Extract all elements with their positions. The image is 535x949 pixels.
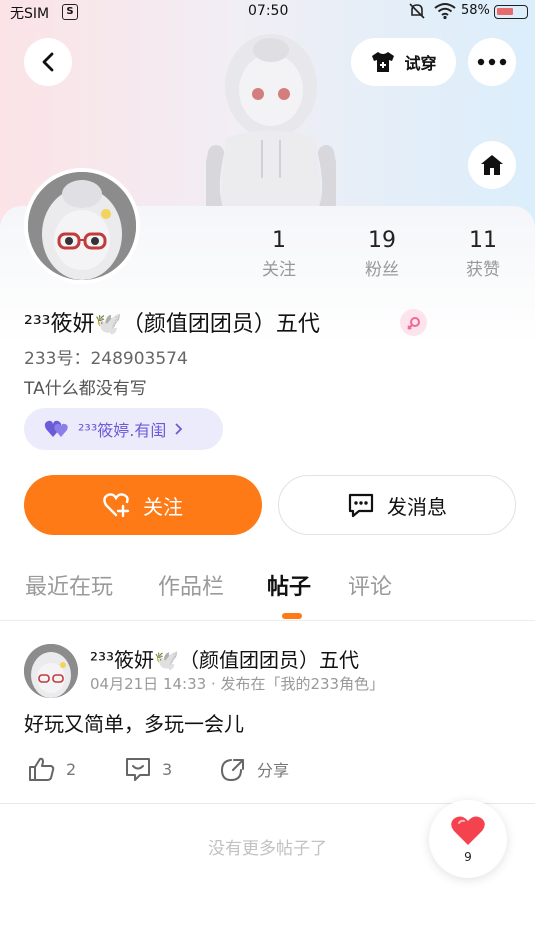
followers-label: 粉丝 xyxy=(365,260,399,280)
post-meta: 04月21日 14:33 · 发布在「我的233角色」 xyxy=(90,675,385,693)
back-button[interactable] xyxy=(24,38,72,86)
heart-plus-icon xyxy=(103,493,130,518)
heart-icon xyxy=(451,816,485,845)
wifi-icon xyxy=(434,3,456,20)
post-comment-button[interactable]: 3 xyxy=(124,756,172,782)
floating-like-button[interactable]: 9 xyxy=(429,800,507,878)
stat-likes[interactable]: 11 获赞 xyxy=(453,228,513,280)
post-share-label: 分享 xyxy=(257,761,290,780)
profile-username: ²³³筱妍🕊️（颜值团团员）五代 xyxy=(24,312,320,337)
share-icon xyxy=(220,759,244,782)
likes-label: 获赞 xyxy=(466,260,500,280)
stat-followers[interactable]: 19 粉丝 xyxy=(352,228,412,280)
follow-label: 关注 xyxy=(143,494,183,519)
more-dots-icon xyxy=(477,58,507,66)
comment-icon xyxy=(126,758,150,781)
followers-count: 19 xyxy=(368,228,396,253)
clock: 07:50 xyxy=(248,3,289,19)
tab-works[interactable]: 作品栏 xyxy=(158,569,224,601)
profile-tabs: 最近在玩 作品栏 帖子 评论 xyxy=(0,553,535,621)
post-author-name: ²³³筱妍🕊️（颜值团团员）五代 xyxy=(90,648,359,672)
home-icon xyxy=(481,155,503,175)
chat-bubble-icon xyxy=(348,493,374,518)
battery-level-fill xyxy=(497,8,513,15)
profile-avatar[interactable] xyxy=(24,168,140,284)
chevron-left-icon xyxy=(42,52,54,72)
message-label: 发消息 xyxy=(387,494,447,519)
relationship-label: ²³³筱婷.有闺 xyxy=(78,421,167,440)
bell-muted-icon xyxy=(409,3,425,19)
battery-icon xyxy=(494,5,528,19)
heart-pair-icon xyxy=(44,420,68,437)
post-comment-count: 3 xyxy=(162,759,173,779)
likes-count: 11 xyxy=(469,228,497,253)
following-count: 1 xyxy=(272,228,286,253)
following-label: 关注 xyxy=(262,260,296,280)
post-author-avatar[interactable] xyxy=(24,644,78,698)
carrier-text: 无SIM xyxy=(10,6,50,22)
user-bio: TA什么都没有写 xyxy=(24,379,147,399)
chevron-right-icon xyxy=(175,423,183,435)
thumbs-up-icon xyxy=(29,757,55,781)
try-on-label: 试穿 xyxy=(404,54,437,73)
active-tab-indicator xyxy=(282,613,302,619)
post-body-text: 好玩又简单，多玩一会儿 xyxy=(24,712,244,736)
post-share-button[interactable]: 分享 xyxy=(219,756,289,782)
battery-percent: 58% xyxy=(461,3,490,18)
tab-posts[interactable]: 帖子 xyxy=(267,569,311,601)
send-message-button[interactable]: 发消息 xyxy=(278,475,516,535)
post-like-button[interactable]: 2 xyxy=(28,756,76,782)
home-button[interactable] xyxy=(468,141,516,189)
user-id: 233号：248903574 xyxy=(24,349,188,369)
avatar-portrait xyxy=(28,172,136,280)
post-item[interactable]: ²³³筱妍🕊️（颜值团团员）五代 04月21日 14:33 · 发布在「我的23… xyxy=(0,622,535,804)
try-on-button[interactable]: 试穿 xyxy=(351,38,456,86)
relationship-chip[interactable]: ²³³筱婷.有闺 xyxy=(24,408,223,450)
post-like-count: 2 xyxy=(66,759,77,779)
tshirt-icon xyxy=(372,52,395,72)
status-bar: 无SIM S 07:50 58% xyxy=(0,0,535,24)
female-gender-icon xyxy=(400,309,427,336)
floating-like-count: 9 xyxy=(464,850,472,864)
post-avatar-portrait xyxy=(24,644,78,698)
tab-comments[interactable]: 评论 xyxy=(348,569,392,601)
tab-recently-played[interactable]: 最近在玩 xyxy=(25,569,113,601)
more-options-button[interactable] xyxy=(468,38,516,86)
stat-following[interactable]: 1 关注 xyxy=(249,228,309,280)
follow-button[interactable]: 关注 xyxy=(24,475,262,535)
sim-icon: S xyxy=(62,4,78,20)
